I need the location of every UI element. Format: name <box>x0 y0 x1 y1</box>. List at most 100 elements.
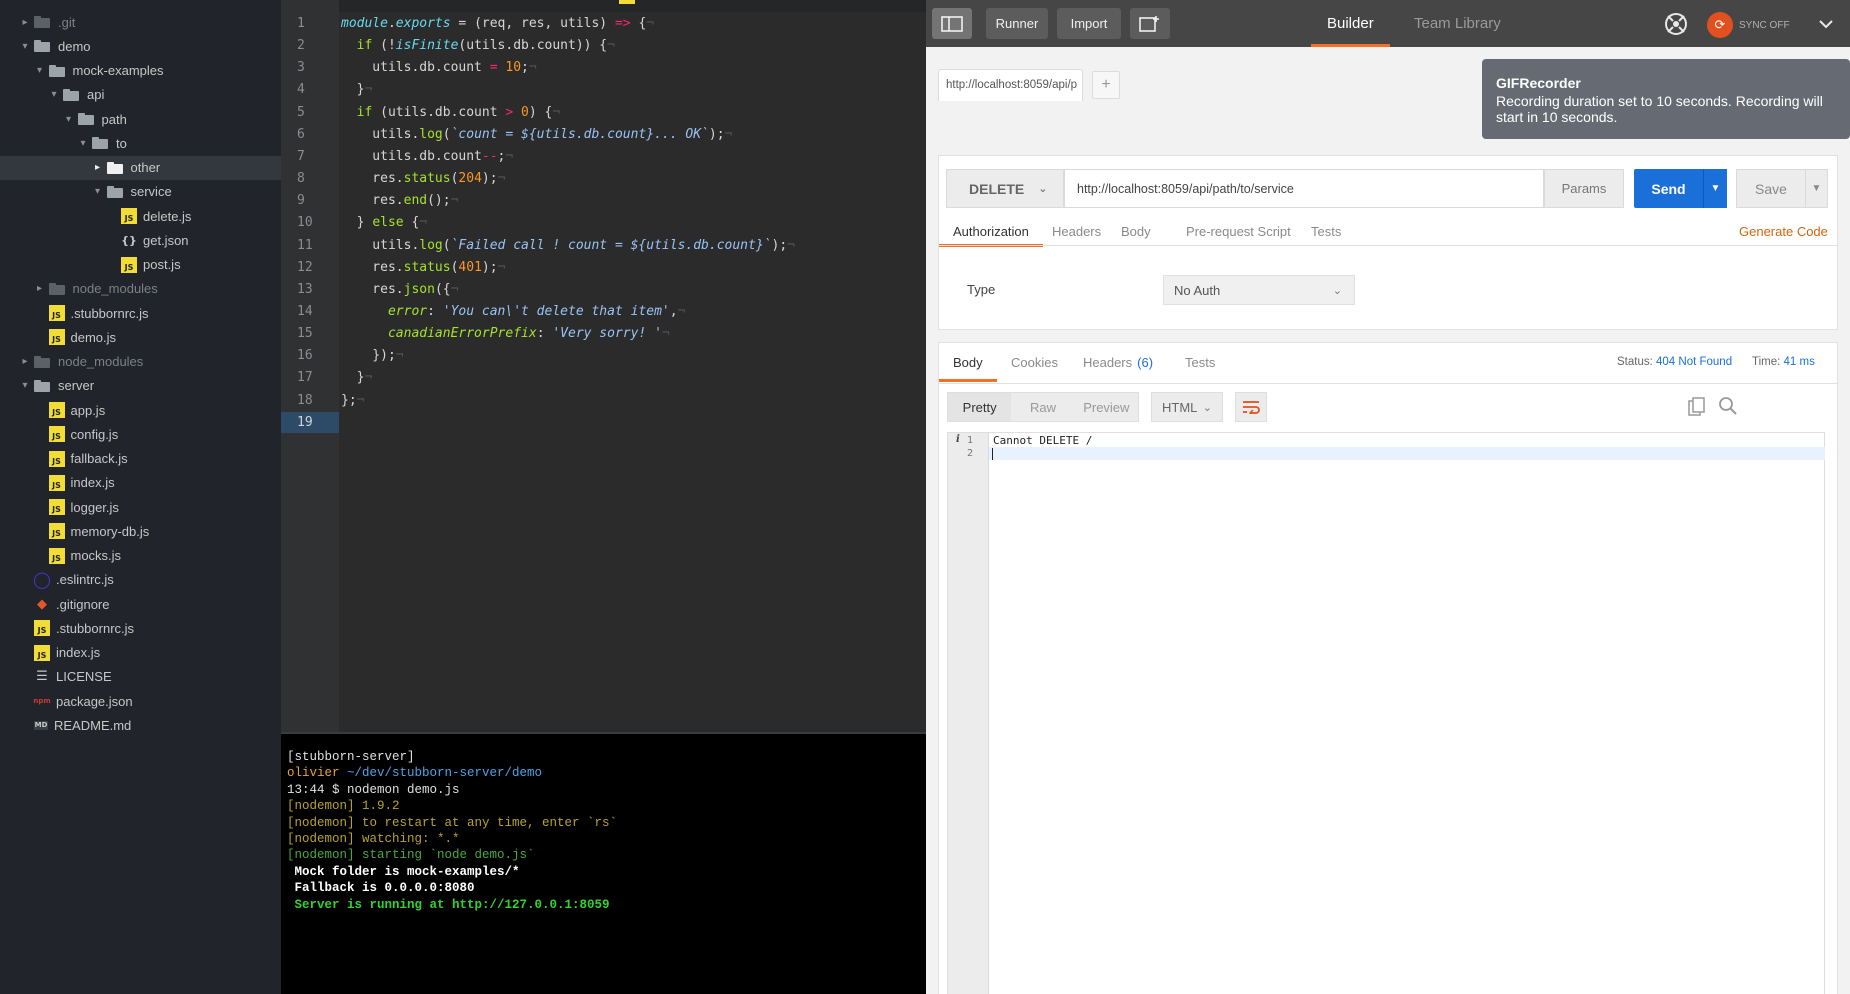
tree-item-demo[interactable]: ▾ demo <box>0 34 281 58</box>
tree-item-get-json[interactable]: {} get.json <box>0 228 281 252</box>
pretty-button[interactable]: Pretty <box>948 393 1012 421</box>
tab-response-tests[interactable]: Tests <box>1185 347 1215 377</box>
tab-pre-request-script[interactable]: Pre-request Script <box>1186 216 1291 246</box>
code-line[interactable]: }¬ <box>339 79 373 100</box>
tree-item-package-json[interactable]: npm package.json <box>0 689 281 713</box>
search-icon[interactable] <box>1718 396 1738 416</box>
tab-response-headers[interactable]: Headers (6) <box>1083 347 1153 377</box>
code-line[interactable]: canadianErrorPrefix: 'Very sorry! '¬ <box>339 323 670 344</box>
tree-item-other[interactable]: ▸ other <box>0 155 281 180</box>
tree-item-node-modules[interactable]: ▸ node_modules <box>0 350 281 374</box>
auth-type-select[interactable]: No Auth ⌄ <box>1163 275 1355 305</box>
tree-item-index-js[interactable]: JS index.js <box>0 471 281 495</box>
code-editor[interactable]: 1 2 3 4 5 6 7 8 9 10 11 12 13 14 15 16 17 18 19 module.exp… <box>281 0 926 732</box>
tree-item-stubbornrc-js[interactable]: JS .stubbornrc.js <box>0 616 281 640</box>
chevron-down-icon[interactable]: ▾ <box>18 39 32 53</box>
params-button[interactable]: Params <box>1544 169 1624 208</box>
tab-body[interactable]: Body <box>1121 216 1151 246</box>
chevron-down-icon[interactable] <box>1806 12 1846 36</box>
tree-item-server[interactable]: ▾ server <box>0 374 281 398</box>
tree-item-post-js[interactable]: JS post.js <box>0 253 281 277</box>
send-dropdown-button[interactable]: ▼ <box>1703 169 1727 208</box>
code-line[interactable]: error: 'You can\'t delete that item',¬ <box>339 301 685 322</box>
code-line[interactable]: };¬ <box>339 390 364 411</box>
tree-item-logger-js[interactable]: JS logger.js <box>0 495 281 519</box>
code-line[interactable]: if (!isFinite(utils.db.count)) {¬ <box>339 35 615 56</box>
tree-item-mock-examples[interactable]: ▾ mock-examples <box>0 59 281 83</box>
code-line[interactable]: utils.db.count = 10;¬ <box>339 57 536 78</box>
code-line[interactable]: res.json({¬ <box>339 279 458 300</box>
tab-builder[interactable]: Builder <box>1311 0 1390 47</box>
tab-team-library[interactable]: Team Library <box>1406 0 1509 47</box>
code-line[interactable]: utils.log(`Failed call ! count = ${utils… <box>339 235 795 256</box>
tree-item-stubbornrc-js[interactable]: JS .stubbornrc.js <box>0 301 281 325</box>
runner-button[interactable]: Runner <box>986 8 1048 39</box>
raw-button[interactable]: Raw <box>1011 393 1074 421</box>
code-line[interactable]: if (utils.db.count > 0) {¬ <box>339 102 561 123</box>
chevron-right-icon[interactable]: ▸ <box>18 355 32 369</box>
tree-item-git[interactable]: ▸ .git <box>0 10 281 34</box>
chevron-down-icon[interactable]: ▾ <box>47 88 61 102</box>
tree-item-eslintrc-js[interactable]: ◯ .eslintrc.js <box>0 568 281 592</box>
interceptor-icon[interactable] <box>1662 10 1690 38</box>
code-line[interactable]: }¬ <box>339 367 373 388</box>
tree-item-delete-js[interactable]: JS delete.js <box>0 204 281 228</box>
chevron-down-icon[interactable]: ▾ <box>33 64 47 78</box>
chevron-right-icon[interactable]: ▸ <box>33 282 47 296</box>
format-select[interactable]: HTML ⌄ <box>1151 392 1223 422</box>
code-line[interactable]: } else {¬ <box>339 212 427 233</box>
response-body-viewer[interactable]: i 12 Cannot DELETE / <box>947 432 1825 994</box>
sidebar-toggle-button[interactable] <box>932 8 972 39</box>
generate-code-link[interactable]: Generate Code <box>1739 224 1828 239</box>
chevron-down-icon[interactable]: ▾ <box>91 185 105 199</box>
tree-item-fallback-js[interactable]: JS fallback.js <box>0 447 281 471</box>
tree-item-demo-js[interactable]: JS demo.js <box>0 325 281 349</box>
new-tab-button[interactable]: + <box>1092 71 1120 99</box>
save-dropdown-button[interactable]: ▼ <box>1806 169 1828 208</box>
chevron-down-icon[interactable]: ▾ <box>18 379 32 393</box>
new-window-button[interactable] <box>1130 8 1170 39</box>
tab-response-cookies[interactable]: Cookies <box>1011 347 1058 377</box>
tree-item-app-js[interactable]: JS app.js <box>0 398 281 422</box>
request-tab[interactable]: http://localhost:8059/api/p <box>938 69 1083 101</box>
tab-response-body[interactable]: Body <box>939 347 997 382</box>
tree-item-license[interactable]: ☰ LICENSE <box>0 665 281 689</box>
chevron-right-icon[interactable]: ▸ <box>18 15 32 29</box>
tab-headers[interactable]: Headers <box>1052 216 1101 246</box>
tab-authorization[interactable]: Authorization <box>939 216 1043 247</box>
preview-button[interactable]: Preview <box>1075 393 1138 421</box>
chevron-right-icon[interactable]: ▸ <box>91 161 105 175</box>
tab-tests[interactable]: Tests <box>1311 216 1341 246</box>
code-line[interactable] <box>339 412 341 433</box>
tree-item-config-js[interactable]: JS config.js <box>0 422 281 446</box>
tree-item-node-modules[interactable]: ▸ node_modules <box>0 277 281 301</box>
tree-item-to[interactable]: ▾ to <box>0 131 281 155</box>
line-number: 18 <box>297 392 313 408</box>
sync-status[interactable]: ⟳ SYNC OFF <box>1707 12 1790 38</box>
code-line[interactable]: utils.db.count--;¬ <box>339 146 513 167</box>
chevron-down-icon[interactable]: ▾ <box>76 136 90 150</box>
url-input[interactable]: http://localhost:8059/api/path/to/servic… <box>1064 169 1544 208</box>
tree-item-gitignore[interactable]: ◆ .gitignore <box>0 592 281 616</box>
tree-item-index-js[interactable]: JS index.js <box>0 641 281 665</box>
code-line[interactable]: res.status(204);¬ <box>339 168 505 189</box>
tree-item-readme-md[interactable]: MD README.md <box>0 713 281 737</box>
import-button[interactable]: Import <box>1057 8 1121 39</box>
tree-item-service[interactable]: ▾ service <box>0 180 281 204</box>
copy-icon[interactable] <box>1688 397 1706 417</box>
tree-item-memory-db-js[interactable]: JS memory-db.js <box>0 519 281 543</box>
code-line[interactable]: });¬ <box>339 345 403 366</box>
tree-item-api[interactable]: ▾ api <box>0 83 281 107</box>
wrap-lines-button[interactable] <box>1235 392 1267 422</box>
tree-item-mocks-js[interactable]: JS mocks.js <box>0 544 281 568</box>
method-select[interactable]: DELETE ⌄ <box>946 169 1064 208</box>
save-button[interactable]: Save <box>1736 169 1806 208</box>
tree-item-path[interactable]: ▾ path <box>0 107 281 131</box>
send-button[interactable]: Send <box>1634 169 1703 208</box>
code-line[interactable]: res.end();¬ <box>339 190 458 211</box>
chevron-down-icon[interactable]: ▾ <box>62 112 76 126</box>
code-line[interactable]: res.status(401);¬ <box>339 257 505 278</box>
code-line[interactable]: utils.log(`count = ${utils.db.count}... … <box>339 124 732 145</box>
terminal[interactable]: [stubborn-server] olivier ~/dev/stubborn-… <box>281 732 926 994</box>
code-line[interactable]: module.exports = (req, res, utils) => {¬ <box>339 13 654 34</box>
